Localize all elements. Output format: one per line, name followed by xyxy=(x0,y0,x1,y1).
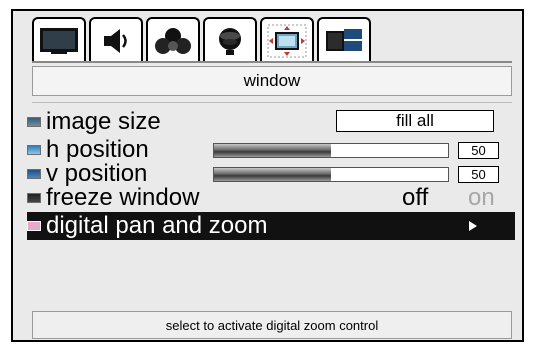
menu-item-image-size[interactable]: image size fill all xyxy=(27,108,515,136)
h-position-label: h position xyxy=(46,136,149,163)
v-position-slider[interactable] xyxy=(213,167,449,182)
v-position-value: 50 xyxy=(458,166,499,183)
satellite-dish-icon xyxy=(219,28,241,55)
digital-pan-zoom-label: digital pan and zoom xyxy=(46,212,268,239)
tab-setup[interactable] xyxy=(203,17,257,63)
picture-in-picture-icon xyxy=(326,29,362,51)
submenu-arrow-icon xyxy=(469,221,477,231)
speaker-icon xyxy=(104,29,127,53)
v-position-label: v position xyxy=(46,160,148,187)
tab-pip[interactable] xyxy=(317,17,371,63)
v-position-slider-fill xyxy=(214,168,331,181)
pan-zoom-icon xyxy=(27,221,41,231)
divider xyxy=(32,102,512,103)
tab-underline xyxy=(32,61,512,63)
tab-window[interactable] xyxy=(260,17,314,63)
h-position-slider-fill xyxy=(214,144,331,157)
menu-item-freeze-window[interactable]: freeze window off on xyxy=(27,184,515,212)
tab-audio[interactable] xyxy=(89,17,143,63)
tab-picture[interactable] xyxy=(32,17,86,63)
h-position-icon xyxy=(27,145,41,155)
tab-channels[interactable] xyxy=(146,17,200,63)
freeze-option-on[interactable]: on xyxy=(468,186,495,210)
tv-screen-icon xyxy=(40,28,78,54)
menu-item-digital-pan-zoom[interactable]: digital pan and zoom xyxy=(27,212,515,240)
freeze-window-label: freeze window xyxy=(46,184,200,211)
h-position-slider[interactable] xyxy=(213,143,449,158)
image-size-value[interactable]: fill all xyxy=(336,110,494,132)
image-size-icon xyxy=(27,117,41,127)
status-help-text: select to activate digital zoom control xyxy=(32,311,512,339)
section-title: window xyxy=(32,66,512,96)
window-zoom-icon xyxy=(267,24,307,58)
channels-icon xyxy=(155,28,191,54)
freeze-option-off[interactable]: off xyxy=(402,186,428,210)
freeze-window-icon xyxy=(27,193,41,203)
osd-menu-panel: window image size fill all h position 50… xyxy=(11,9,524,342)
v-position-icon xyxy=(27,169,41,179)
h-position-value: 50 xyxy=(458,142,499,159)
image-size-label: image size xyxy=(46,108,161,135)
